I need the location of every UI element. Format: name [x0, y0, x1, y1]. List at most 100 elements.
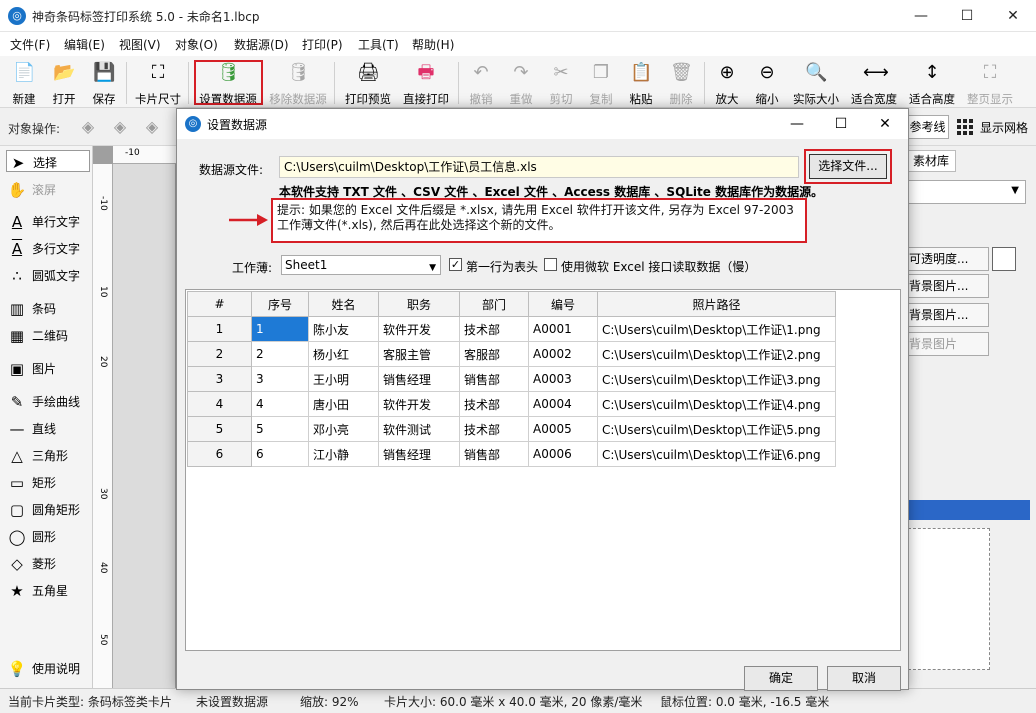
table-cell[interactable]: 4: [251, 391, 309, 417]
table-cell[interactable]: 软件测试: [378, 416, 460, 442]
tool-single-line-text[interactable]: A 单行文字: [6, 210, 90, 232]
table-cell[interactable]: A0003: [528, 366, 598, 392]
tool-image[interactable]: ▣ 图片: [6, 357, 90, 379]
actual-size-button[interactable]: 🔍 实际大小: [793, 60, 839, 106]
table-cell[interactable]: A0004: [528, 391, 598, 417]
layer-up-icon[interactable]: ◈: [110, 117, 130, 137]
table-row[interactable]: 6 6 江小静 销售经理 销售部 A0006 C:\Users\cuilm\Desktop\…: [187, 441, 836, 467]
tool-scroll[interactable]: ✋ 滚屏: [6, 178, 90, 200]
card-size-button[interactable]: ⛶ 卡片尺寸: [135, 60, 181, 106]
tool-star[interactable]: ★ 五角星: [6, 579, 90, 601]
choose-file-button[interactable]: 选择文件...: [809, 154, 887, 179]
table-cell[interactable]: 3: [251, 366, 309, 392]
row-number-cell[interactable]: 6: [187, 441, 252, 467]
dialog-minimize-button[interactable]: —: [775, 109, 819, 139]
table-cell[interactable]: 销售部: [459, 366, 529, 392]
properties-dropdown[interactable]: ▼: [906, 180, 1026, 204]
menu-tools[interactable]: 工具(T): [358, 36, 399, 53]
label-paper[interactable]: [113, 164, 175, 688]
tool-triangle[interactable]: △ 三角形: [6, 444, 90, 466]
first-row-header-label[interactable]: 第一行为表头: [466, 258, 538, 275]
table-cell[interactable]: 杨小红: [308, 341, 379, 367]
table-cell[interactable]: 销售经理: [378, 441, 460, 467]
table-cell[interactable]: 邓小亮: [308, 416, 379, 442]
print-preview-button[interactable]: 🖨 打印预览: [345, 60, 391, 106]
column-header[interactable]: 序号: [251, 291, 309, 317]
table-cell[interactable]: C:\Users\cuilm\Desktop\工作证\5.png: [597, 416, 836, 442]
menu-file[interactable]: 文件(F): [10, 36, 50, 53]
tool-qrcode[interactable]: ▦ 二维码: [6, 324, 90, 346]
close-button[interactable]: ✕: [990, 0, 1036, 32]
clear-background-image-button[interactable]: 背景图片: [906, 332, 989, 356]
tool-rectangle[interactable]: ▭ 矩形: [6, 471, 90, 493]
background-image-button[interactable]: 背景图片...: [906, 274, 989, 298]
table-row[interactable]: 5 5 邓小亮 软件测试 技术部 A0005 C:\Users\cuilm\Desktop\…: [187, 416, 836, 442]
table-cell[interactable]: 1: [251, 316, 309, 342]
background-image-button-2[interactable]: 背景图片...: [906, 303, 989, 327]
help-guide-button[interactable]: 💡 使用说明: [6, 657, 90, 679]
show-grid-label[interactable]: 显示网格: [980, 119, 1028, 136]
datasource-path-input[interactable]: C:\Users\cuilm\Desktop\工作证\员工信息.xls: [279, 156, 799, 178]
table-cell[interactable]: 2: [251, 341, 309, 367]
table-cell[interactable]: 唐小田: [308, 391, 379, 417]
guide-lines-toggle[interactable]: 参考线: [906, 115, 949, 139]
table-cell[interactable]: 软件开发: [378, 316, 460, 342]
direct-print-button[interactable]: 🖶 直接打印: [403, 60, 449, 106]
table-cell[interactable]: 6: [251, 441, 309, 467]
column-header[interactable]: 姓名: [308, 291, 379, 317]
use-ms-excel-label[interactable]: 使用微软 Excel 接口读取数据（慢）: [561, 258, 756, 275]
tool-select[interactable]: ➤ 选择: [6, 150, 90, 172]
tool-circle[interactable]: ◯ 圆形: [6, 525, 90, 547]
table-row[interactable]: 4 4 唐小田 软件开发 技术部 A0004 C:\Users\cuilm\Desktop\…: [187, 391, 836, 417]
row-number-cell[interactable]: 4: [187, 391, 252, 417]
workbook-select[interactable]: Sheet1 ▼: [281, 255, 441, 275]
menu-edit[interactable]: 编辑(E): [64, 36, 105, 53]
table-cell[interactable]: C:\Users\cuilm\Desktop\工作证\6.png: [597, 441, 836, 467]
table-cell[interactable]: 客服部: [459, 341, 529, 367]
table-cell[interactable]: 陈小友: [308, 316, 379, 342]
fit-height-button[interactable]: ↕ 适合高度: [909, 60, 955, 106]
table-row[interactable]: 2 2 杨小红 客服主管 客服部 A0002 C:\Users\cuilm\Desktop\…: [187, 341, 836, 367]
menu-help[interactable]: 帮助(H): [412, 36, 454, 53]
minimize-button[interactable]: —: [898, 0, 944, 32]
dialog-maximize-button[interactable]: ☐: [819, 109, 863, 139]
dialog-close-button[interactable]: ✕: [863, 109, 907, 139]
data-preview-grid[interactable]: # 序号 姓名 职务 部门 编号 照片路径 1 1 陈小友 软件开发 技术部 A0001 C…: [185, 289, 901, 651]
tool-freehand[interactable]: ✎ 手绘曲线: [6, 390, 90, 412]
tool-multi-line-text[interactable]: A 多行文字: [6, 237, 90, 259]
table-cell[interactable]: A0001: [528, 316, 598, 342]
menu-print[interactable]: 打印(P): [302, 36, 343, 53]
ok-button[interactable]: 确定: [744, 666, 818, 691]
layer-down-icon[interactable]: ◈: [142, 117, 162, 137]
column-header[interactable]: 编号: [528, 291, 598, 317]
menu-view[interactable]: 视图(V): [119, 36, 161, 53]
column-header[interactable]: 部门: [459, 291, 529, 317]
transparency-button[interactable]: 可透明度...: [906, 247, 989, 271]
first-row-header-checkbox[interactable]: ✓: [449, 258, 462, 271]
column-header[interactable]: 照片路径: [597, 291, 836, 317]
table-row[interactable]: 1 1 陈小友 软件开发 技术部 A0001 C:\Users\cuilm\Desktop\…: [187, 316, 836, 342]
tab-material-library[interactable]: 素材库: [906, 150, 956, 172]
tool-arc-text[interactable]: ∴ 圆弧文字: [6, 264, 90, 286]
remove-datasource-button[interactable]: 🛢 移除数据源: [269, 60, 327, 106]
table-cell[interactable]: 销售经理: [378, 366, 460, 392]
table-cell[interactable]: 技术部: [459, 316, 529, 342]
table-cell[interactable]: 技术部: [459, 416, 529, 442]
full-page-button[interactable]: ⛶ 整页显示: [967, 60, 1013, 106]
table-cell[interactable]: A0005: [528, 416, 598, 442]
table-cell[interactable]: 销售部: [459, 441, 529, 467]
cancel-button[interactable]: 取消: [827, 666, 901, 691]
tool-line[interactable]: — 直线: [6, 417, 90, 439]
color-swatch[interactable]: [992, 247, 1016, 271]
tool-rounded-rectangle[interactable]: ▢ 圆角矩形: [6, 498, 90, 520]
table-cell[interactable]: A0006: [528, 441, 598, 467]
row-number-cell[interactable]: 3: [187, 366, 252, 392]
table-cell[interactable]: C:\Users\cuilm\Desktop\工作证\1.png: [597, 316, 836, 342]
menu-object[interactable]: 对象(O): [175, 36, 218, 53]
tool-diamond[interactable]: ◇ 菱形: [6, 552, 90, 574]
menu-datasource[interactable]: 数据源(D): [234, 36, 289, 53]
table-cell[interactable]: C:\Users\cuilm\Desktop\工作证\3.png: [597, 366, 836, 392]
table-row[interactable]: 3 3 王小明 销售经理 销售部 A0003 C:\Users\cuilm\Desktop\…: [187, 366, 836, 392]
layer-top-icon[interactable]: ◈: [78, 117, 98, 137]
use-ms-excel-checkbox[interactable]: [544, 258, 557, 271]
